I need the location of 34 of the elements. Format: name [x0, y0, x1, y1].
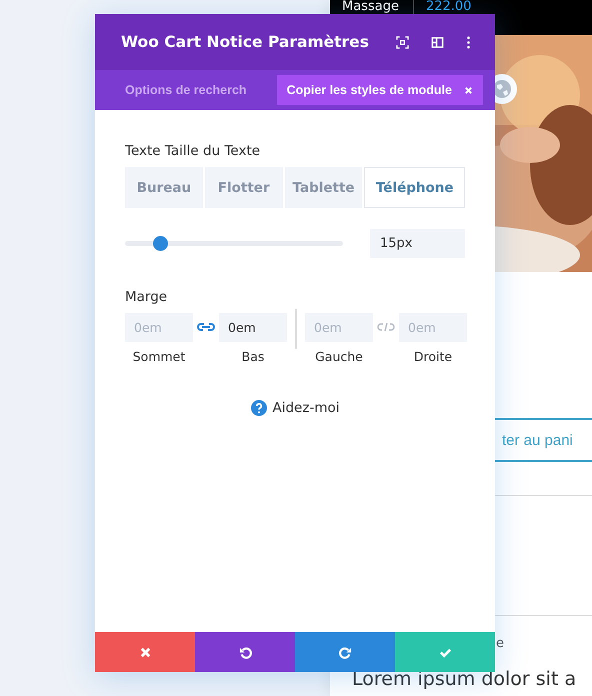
help-link[interactable]: Aidez-moi [250, 400, 340, 416]
undo-icon [238, 646, 252, 658]
margin-label: Droite [414, 349, 452, 364]
device-tab[interactable]: Tablette [284, 167, 362, 208]
modal-tab[interactable]: Copier les styles de module [276, 75, 483, 105]
redo-icon [338, 646, 352, 658]
close-icon [138, 646, 152, 658]
margin-label: Bas [242, 349, 264, 364]
modal-title: Woo Cart Notice Paramètres [121, 33, 370, 51]
font-size-field[interactable]: 15px [370, 229, 465, 258]
field-label: Texte Taille du Texte [125, 142, 262, 160]
margin-field[interactable]: 0em [399, 313, 467, 342]
margin-label: Gauche [315, 349, 363, 364]
margin-label: Sommet [132, 349, 186, 364]
slider-thumb[interactable] [152, 236, 168, 251]
device-tab[interactable]: Bureau [125, 167, 203, 208]
paragraph: Lorem ipsum dolor sit a [352, 668, 578, 690]
margin-field[interactable]: 0em [125, 313, 193, 342]
columns-icon[interactable] [431, 36, 444, 48]
close-icon[interactable] [464, 86, 473, 94]
field-label: Marge [125, 288, 168, 306]
device-tab[interactable]: Téléphone [364, 167, 465, 208]
product-title: Massage [342, 0, 399, 14]
link-icon[interactable] [197, 321, 215, 333]
fullscreen-icon[interactable] [396, 36, 409, 48]
unlink-icon[interactable] [377, 321, 395, 333]
more-icon[interactable] [466, 36, 471, 48]
help-icon [250, 400, 266, 416]
device-tab[interactable]: Flotter [204, 167, 283, 208]
help-text: Aidez-moi [272, 400, 340, 416]
margin-field[interactable]: 0em [219, 313, 287, 342]
modal-tab[interactable]: Options de recherch [113, 75, 259, 105]
margin-field[interactable]: 0em [305, 313, 373, 342]
text-fragment: e [496, 636, 505, 652]
